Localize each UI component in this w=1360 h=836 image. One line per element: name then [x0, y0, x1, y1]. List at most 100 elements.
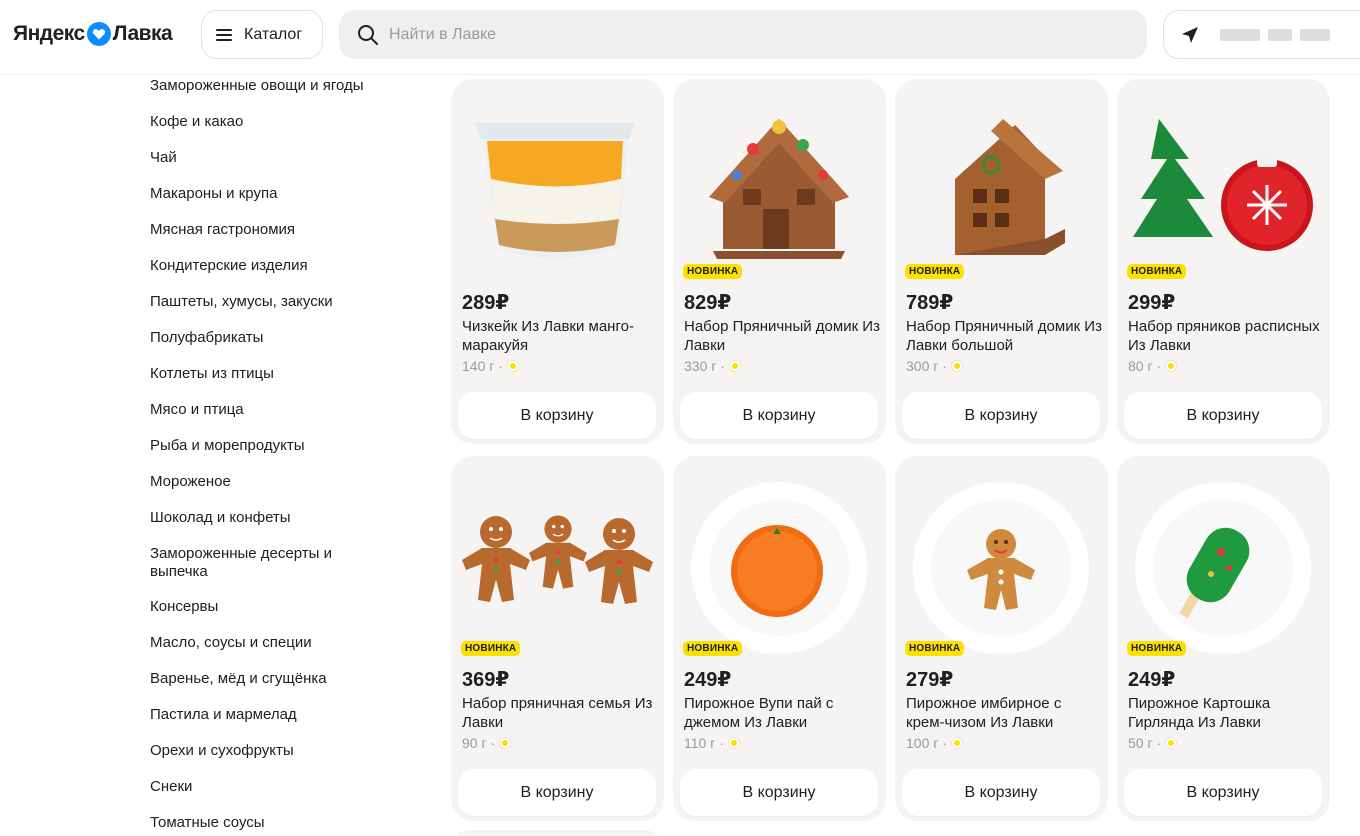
product-weight: 100 г · — [906, 735, 963, 751]
product-image[interactable] — [451, 456, 664, 656]
product-weight: 330 г · — [684, 358, 741, 374]
sidebar-category-item[interactable]: Замороженные овощи и ягоды — [150, 77, 380, 95]
address-redacted — [1268, 28, 1292, 41]
add-to-cart-button[interactable]: В корзину — [680, 392, 878, 439]
sidebar-category-item[interactable]: Пастила и мармелад — [150, 706, 380, 724]
search-icon — [358, 24, 378, 45]
product-card[interactable]: НОВИНКА 249₽ Пирожное Картошка Гирлянда Из… — [1117, 456, 1330, 821]
cashback-coin-icon — [950, 737, 963, 749]
sidebar-category-item[interactable]: Масло, соусы и специи — [150, 634, 380, 652]
cashback-coin-icon — [506, 360, 519, 372]
sidebar-category-item[interactable]: Кондитерские изделия — [150, 257, 380, 275]
sidebar-category-item[interactable]: Котлеты из птицы — [150, 365, 380, 383]
sidebar-category-item[interactable]: Мясо и птица — [150, 401, 380, 419]
new-badge: НОВИНКА — [683, 641, 743, 656]
product-name[interactable]: Набор Пряничный домик Из Лавки — [684, 317, 880, 355]
sidebar-category-item[interactable]: Мясная гастрономия — [150, 221, 380, 239]
search-bar[interactable] — [339, 10, 1147, 59]
sidebar-category-item[interactable]: Полуфабрикаты — [150, 329, 380, 347]
product-image[interactable] — [895, 456, 1108, 656]
product-name[interactable]: Набор пряников расписных Из Лавки — [1128, 317, 1324, 355]
sidebar-category-item[interactable]: Томатные соусы — [150, 814, 380, 832]
add-to-cart-button[interactable]: В корзину — [458, 392, 656, 439]
new-badge: НОВИНКА — [905, 264, 965, 279]
product-card[interactable]: НОВИНКА 369₽ Набор пряничная семья Из Лавк… — [451, 456, 664, 821]
product-price: 249₽ — [1128, 669, 1176, 691]
cashback-coin-icon — [1165, 360, 1178, 372]
cashback-coin-icon — [728, 360, 741, 372]
logo-text-left: Яндекс — [13, 22, 85, 45]
product-weight: 110 г · — [684, 735, 740, 751]
product-weight: 50 г · — [1128, 735, 1178, 751]
product-weight: 140 г · — [462, 358, 519, 374]
weight-text: 50 г · — [1128, 735, 1162, 751]
sidebar-category-item[interactable]: Орехи и сухофрукты — [150, 742, 380, 760]
navigation-arrow-icon — [1182, 26, 1198, 43]
sidebar-category-item[interactable]: Снеки — [150, 778, 380, 796]
product-name[interactable]: Чизкейк Из Лавки манго-маракуйя — [462, 317, 658, 355]
product-price: 279₽ — [906, 669, 954, 691]
product-image[interactable] — [673, 79, 886, 279]
sidebar-category-item[interactable]: Кофе и какао — [150, 113, 380, 131]
product-image[interactable] — [1117, 456, 1330, 656]
new-badge: НОВИНКА — [461, 641, 521, 656]
sidebar-category-item[interactable]: Макароны и крупа — [150, 185, 380, 203]
product-card[interactable]: НОВИНКА 829₽ Набор Пряничный домик Из Лавк… — [673, 79, 886, 444]
product-name[interactable]: Набор пряничная семья Из Лавки — [462, 694, 658, 732]
new-badge: НОВИНКА — [905, 641, 965, 656]
search-input[interactable] — [389, 25, 1089, 44]
sidebar-category-item[interactable]: Мороженое — [150, 473, 380, 491]
product-name[interactable]: Набор Пряничный домик Из Лавки большой — [906, 317, 1102, 355]
product-name[interactable]: Пирожное Вупи пай с джемом Из Лавки — [684, 694, 880, 732]
product-price: 829₽ — [684, 292, 732, 314]
add-to-cart-button[interactable]: В корзину — [1124, 769, 1322, 816]
add-to-cart-button[interactable]: В корзину — [458, 769, 656, 816]
product-image[interactable] — [895, 79, 1108, 279]
product-name[interactable]: Пирожное Картошка Гирлянда Из Лавки — [1128, 694, 1324, 732]
sidebar-category-item[interactable]: Консервы — [150, 598, 380, 616]
heart-logo-icon — [86, 22, 111, 46]
product-name[interactable]: Пирожное имбирное с крем-чизом Из Лавки — [906, 694, 1102, 732]
product-card[interactable]: 289₽ Чизкейк Из Лавки манго-маракуйя 140 г… — [451, 79, 664, 444]
catalog-button[interactable]: Каталог — [201, 10, 323, 59]
product-image[interactable] — [451, 79, 664, 279]
product-image[interactable] — [673, 456, 886, 656]
product-price: 789₽ — [906, 292, 954, 314]
weight-text: 300 г · — [906, 358, 947, 374]
weight-text: 330 г · — [684, 358, 725, 374]
sidebar-category-item[interactable]: Замороженные десерты и выпечка — [150, 545, 380, 581]
product-card[interactable]: НОВИНКА 249₽ Пирожное Вупи пай с джемом Из… — [673, 456, 886, 821]
product-weight: 90 г · — [462, 735, 512, 751]
add-to-cart-button[interactable]: В корзину — [680, 769, 878, 816]
address-redacted — [1300, 28, 1330, 41]
weight-text: 110 г · — [684, 735, 724, 751]
cashback-coin-icon — [950, 360, 963, 372]
new-badge: НОВИНКА — [1127, 264, 1187, 279]
cashback-coin-icon — [1165, 737, 1178, 749]
catalog-label: Каталог — [244, 25, 303, 43]
add-to-cart-button[interactable]: В корзину — [1124, 392, 1322, 439]
add-to-cart-button[interactable]: В корзину — [902, 392, 1100, 439]
logo[interactable]: Яндекс Лавка — [13, 20, 173, 48]
header: Яндекс Лавка Каталог — [0, 0, 1360, 75]
menu-icon — [216, 28, 232, 41]
product-image[interactable] — [1117, 79, 1330, 279]
product-card[interactable]: НОВИНКА 279₽ Пирожное имбирное с крем-чизо… — [895, 456, 1108, 821]
new-badge: НОВИНКА — [683, 264, 743, 279]
sidebar-category-item[interactable]: Паштеты, хумусы, закуски — [150, 293, 380, 311]
address-button[interactable] — [1163, 10, 1360, 59]
product-weight: 80 г · — [1128, 358, 1178, 374]
sidebar-category-item[interactable]: Рыба и морепродукты — [150, 437, 380, 455]
product-card[interactable]: НОВИНКА 789₽ Набор Пряничный домик Из Лавк… — [895, 79, 1108, 444]
sidebar-category-item[interactable]: Варенье, мёд и сгущёнка — [150, 670, 380, 688]
product-price: 369₽ — [462, 669, 510, 691]
product-card[interactable]: НОВИНКА 299₽ Набор пряников расписных Из Л… — [1117, 79, 1330, 444]
sidebar-category-item[interactable]: Чай — [150, 149, 380, 167]
product-card-partial — [451, 830, 664, 836]
add-to-cart-button[interactable]: В корзину — [902, 769, 1100, 816]
new-badge: НОВИНКА — [1127, 641, 1187, 656]
address-redacted — [1220, 28, 1260, 41]
sidebar-category-item[interactable]: Шоколад и конфеты — [150, 509, 380, 527]
weight-text: 90 г · — [462, 735, 496, 751]
logo-text-right: Лавка — [112, 22, 173, 45]
